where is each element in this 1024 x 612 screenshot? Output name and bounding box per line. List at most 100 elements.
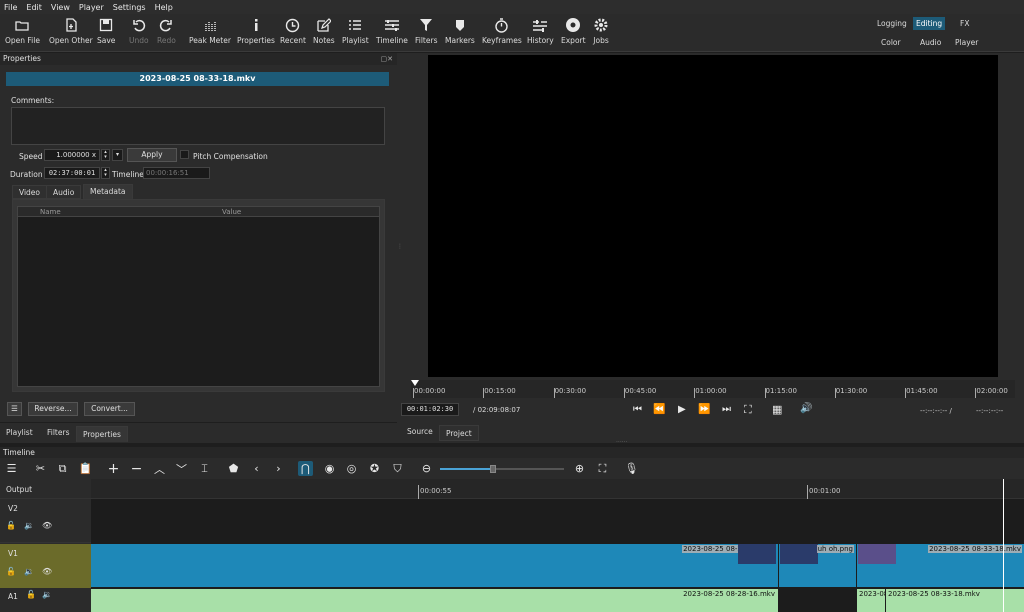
workspace-audio[interactable]: Audio — [917, 36, 944, 49]
mute-icon[interactable]: 🔉 — [24, 521, 34, 530]
apply-button[interactable]: Apply — [127, 148, 177, 162]
player-scrubber-ruler[interactable]: 00:00:00 00:15:00 00:30:00 00:45:00 01:00:00… — [411, 380, 1015, 398]
lift-icon[interactable]: ︿ — [152, 461, 167, 476]
filters-button[interactable]: Filters — [415, 16, 437, 50]
speed-spinner[interactable]: ▴ ▾ — [101, 149, 110, 161]
skip-previous-icon[interactable]: ⏮ — [633, 404, 642, 415]
tab-filters[interactable]: Filters — [41, 426, 75, 440]
workspace-color[interactable]: Color — [878, 36, 904, 49]
track-header-v2[interactable]: V2 🔓 🔉 👁 — [0, 500, 91, 543]
speed-preset-dropdown[interactable]: ▾ — [112, 149, 123, 161]
menu-help[interactable]: Help — [155, 3, 173, 12]
properties-button[interactable]: Properties — [237, 16, 275, 50]
paste-icon[interactable]: 📋 — [78, 461, 93, 476]
v1-clip-1[interactable]: 2023-08-25 08-28-16.mkv — [91, 544, 778, 587]
jobs-button[interactable]: Jobs — [592, 16, 610, 50]
remove-icon[interactable]: − — [129, 461, 144, 477]
append-icon[interactable]: + — [106, 461, 121, 477]
lock-icon[interactable]: 🔓 — [6, 521, 16, 530]
open-file-button[interactable]: Open File — [5, 16, 40, 50]
timeline-tracks[interactable]: 00:00:55 00:01:00 2023-08-25 08-28-16.mk… — [91, 479, 1024, 612]
history-button[interactable]: History — [527, 16, 554, 50]
duration-input[interactable]: 02:37:00:01 — [44, 167, 100, 179]
tab-metadata[interactable]: Metadata — [83, 184, 133, 199]
snap-icon[interactable]: ⋂ — [298, 461, 313, 476]
timeline-button[interactable]: Timeline — [376, 16, 408, 50]
volume-icon[interactable]: 🔊 — [800, 403, 812, 414]
microphone-icon[interactable]: 🎙 — [624, 461, 639, 476]
playlist-button[interactable]: Playlist — [342, 16, 369, 50]
timeline-menu-icon[interactable]: ☰ — [4, 461, 19, 476]
v1-clip-3[interactable]: 2023-08-25 08-33-18.mkv — [857, 544, 1024, 587]
lock-icon[interactable]: 🔓 — [26, 590, 36, 599]
tab-video[interactable]: Video — [12, 185, 48, 199]
splitter-handle-horizontal[interactable]: ...... — [616, 437, 627, 444]
undo-button[interactable]: Undo — [129, 16, 149, 50]
play-icon[interactable]: ▶ — [678, 404, 686, 415]
video-preview[interactable] — [428, 55, 998, 377]
zoom-slider-handle[interactable] — [490, 465, 496, 473]
ripple-icon[interactable]: ◎ — [344, 461, 359, 476]
tab-playlist[interactable]: Playlist — [0, 426, 39, 440]
peak-meter-button[interactable]: Peak Meter — [189, 16, 231, 50]
mute-icon[interactable]: 🔉 — [24, 567, 34, 576]
keyframes-button[interactable]: Keyframes — [482, 16, 522, 50]
markers-button[interactable]: Markers — [445, 16, 475, 50]
grid-icon[interactable]: ▦ — [772, 403, 782, 416]
workspace-player[interactable]: Player — [952, 36, 981, 49]
menu-player[interactable]: Player — [79, 3, 104, 12]
column-name-header[interactable]: Name — [40, 208, 61, 216]
save-button[interactable]: Save — [97, 16, 115, 50]
eye-icon[interactable]: 👁 — [42, 567, 52, 576]
properties-menu-button[interactable]: ☰ — [7, 402, 22, 416]
current-time-field[interactable]: 00:01:02:30 — [401, 403, 459, 416]
menu-edit[interactable]: Edit — [26, 3, 42, 12]
ripple-all-icon[interactable]: ✪ — [367, 461, 382, 476]
skip-next-icon[interactable]: ⏭ — [722, 404, 731, 415]
scrub-icon[interactable]: ◉ — [322, 461, 337, 476]
track-header-a1[interactable]: A1 🔓 🔉 — [0, 589, 91, 612]
cut-icon[interactable]: ✂ — [33, 461, 48, 476]
ripple-markers-icon[interactable]: ⛉ — [390, 461, 405, 476]
tab-source[interactable]: Source — [401, 425, 439, 439]
workspace-editing[interactable]: Editing — [913, 17, 946, 30]
previous-marker-icon[interactable]: ‹ — [249, 461, 264, 476]
fast-forward-icon[interactable]: ⏩ — [698, 404, 710, 415]
lock-icon[interactable]: 🔓 — [6, 567, 16, 576]
reverse-button[interactable]: Reverse... — [28, 402, 78, 416]
v1-clip-2[interactable]: uh oh.png — [779, 544, 856, 587]
tab-properties[interactable]: Properties — [76, 426, 128, 442]
column-value-header[interactable]: Value — [222, 208, 241, 216]
copy-icon[interactable]: ⧉ — [55, 461, 70, 476]
workspace-fx[interactable]: FX — [957, 17, 972, 30]
convert-button[interactable]: Convert... — [84, 402, 135, 416]
track-header-v1[interactable]: V1 🔓 🔉 👁 — [0, 544, 91, 588]
comments-textarea[interactable] — [11, 107, 385, 145]
a1-clip-2[interactable]: 2023-08 — [857, 589, 885, 612]
mute-icon[interactable]: 🔉 — [42, 590, 52, 599]
menu-view[interactable]: View — [51, 3, 70, 12]
split-icon[interactable]: ⌶ — [197, 461, 212, 476]
marker-icon[interactable]: ⬟ — [226, 461, 241, 476]
duration-spinner[interactable]: ▴ ▾ — [101, 167, 110, 179]
zoom-out-icon[interactable]: ⊖ — [419, 461, 434, 476]
dock-float-close-icons[interactable]: ▢✕ — [381, 53, 393, 65]
workspace-logging[interactable]: Logging — [874, 17, 910, 30]
overwrite-icon[interactable]: ﹀ — [174, 461, 189, 476]
notes-button[interactable]: Notes — [313, 16, 335, 50]
menu-file[interactable]: File — [4, 3, 17, 12]
playhead[interactable] — [1003, 479, 1004, 612]
menu-settings[interactable]: Settings — [113, 3, 146, 12]
zoom-fit-timeline-icon[interactable]: ⛶ — [595, 461, 610, 476]
pitch-compensation-checkbox[interactable] — [180, 150, 189, 159]
zoom-in-icon[interactable]: ⊕ — [572, 461, 587, 476]
zoom-slider[interactable] — [440, 465, 564, 473]
export-button[interactable]: Export — [561, 16, 586, 50]
rewind-icon[interactable]: ⏪ — [653, 404, 665, 415]
eye-icon[interactable]: 👁 — [42, 521, 52, 530]
next-marker-icon[interactable]: › — [271, 461, 286, 476]
tab-project[interactable]: Project — [439, 425, 479, 441]
zoom-fit-icon[interactable]: ⛶ — [744, 403, 752, 417]
splitter-handle[interactable]: ⋮ — [397, 243, 403, 251]
redo-button[interactable]: Redo — [157, 16, 176, 50]
